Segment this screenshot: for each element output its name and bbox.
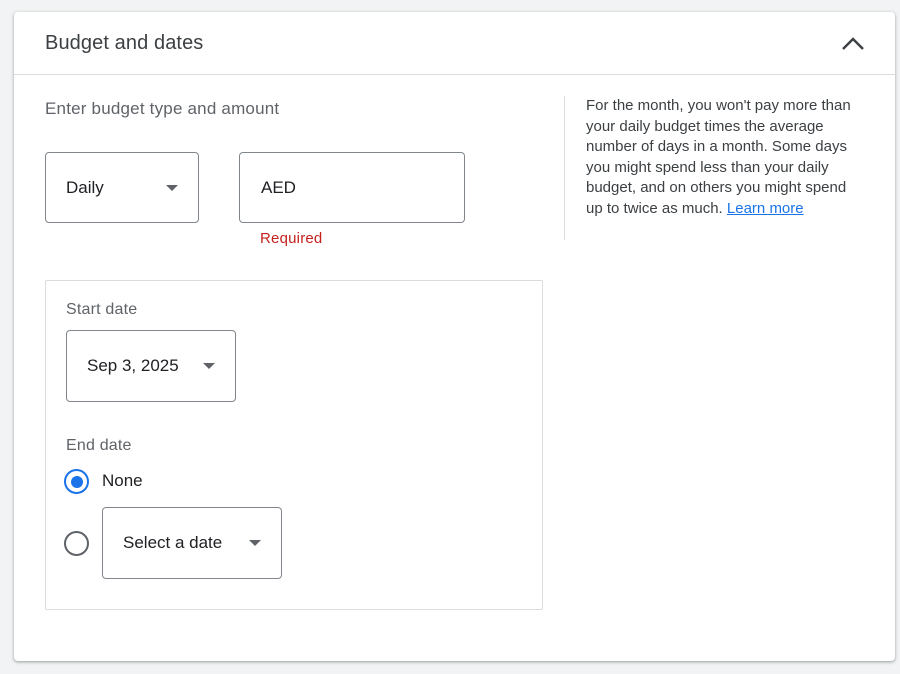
end-date-none-radio[interactable] bbox=[64, 469, 89, 494]
dropdown-arrow-icon bbox=[203, 363, 215, 369]
end-date-dropdown[interactable]: Select a date bbox=[102, 507, 282, 579]
end-date-label: End date bbox=[66, 437, 132, 454]
learn-more-link[interactable]: Learn more bbox=[727, 200, 804, 217]
budget-amount-field[interactable]: AED bbox=[239, 152, 465, 223]
budget-help-text: For the month, you won't pay more than y… bbox=[586, 97, 851, 217]
dates-panel: Start date Sep 3, 2025 End date None Sel… bbox=[45, 280, 543, 610]
currency-prefix: AED bbox=[261, 177, 296, 197]
start-date-dropdown[interactable]: Sep 3, 2025 bbox=[66, 330, 236, 402]
chevron-up-icon bbox=[842, 37, 864, 50]
end-date-custom-radio[interactable] bbox=[64, 531, 89, 556]
collapse-button[interactable] bbox=[833, 26, 873, 62]
dropdown-arrow-icon bbox=[166, 184, 178, 191]
budget-type-dropdown[interactable]: Daily bbox=[45, 152, 199, 223]
amount-error-message: Required bbox=[260, 230, 323, 247]
start-date-label: Start date bbox=[66, 301, 138, 318]
end-date-none-label[interactable]: None bbox=[102, 471, 143, 491]
card-title: Budget and dates bbox=[45, 32, 204, 54]
budget-section-label: Enter budget type and amount bbox=[45, 99, 280, 118]
budget-amount-input[interactable] bbox=[302, 163, 452, 213]
end-date-placeholder: Select a date bbox=[123, 533, 223, 552]
budget-help-panel: For the month, you won't pay more than y… bbox=[564, 96, 864, 240]
start-date-value: Sep 3, 2025 bbox=[87, 356, 179, 375]
card-header[interactable]: Budget and dates bbox=[14, 12, 895, 75]
budget-and-dates-card: Budget and dates Enter budget type and a… bbox=[14, 12, 895, 661]
dropdown-arrow-icon bbox=[249, 540, 261, 546]
budget-type-value: Daily bbox=[66, 177, 104, 197]
